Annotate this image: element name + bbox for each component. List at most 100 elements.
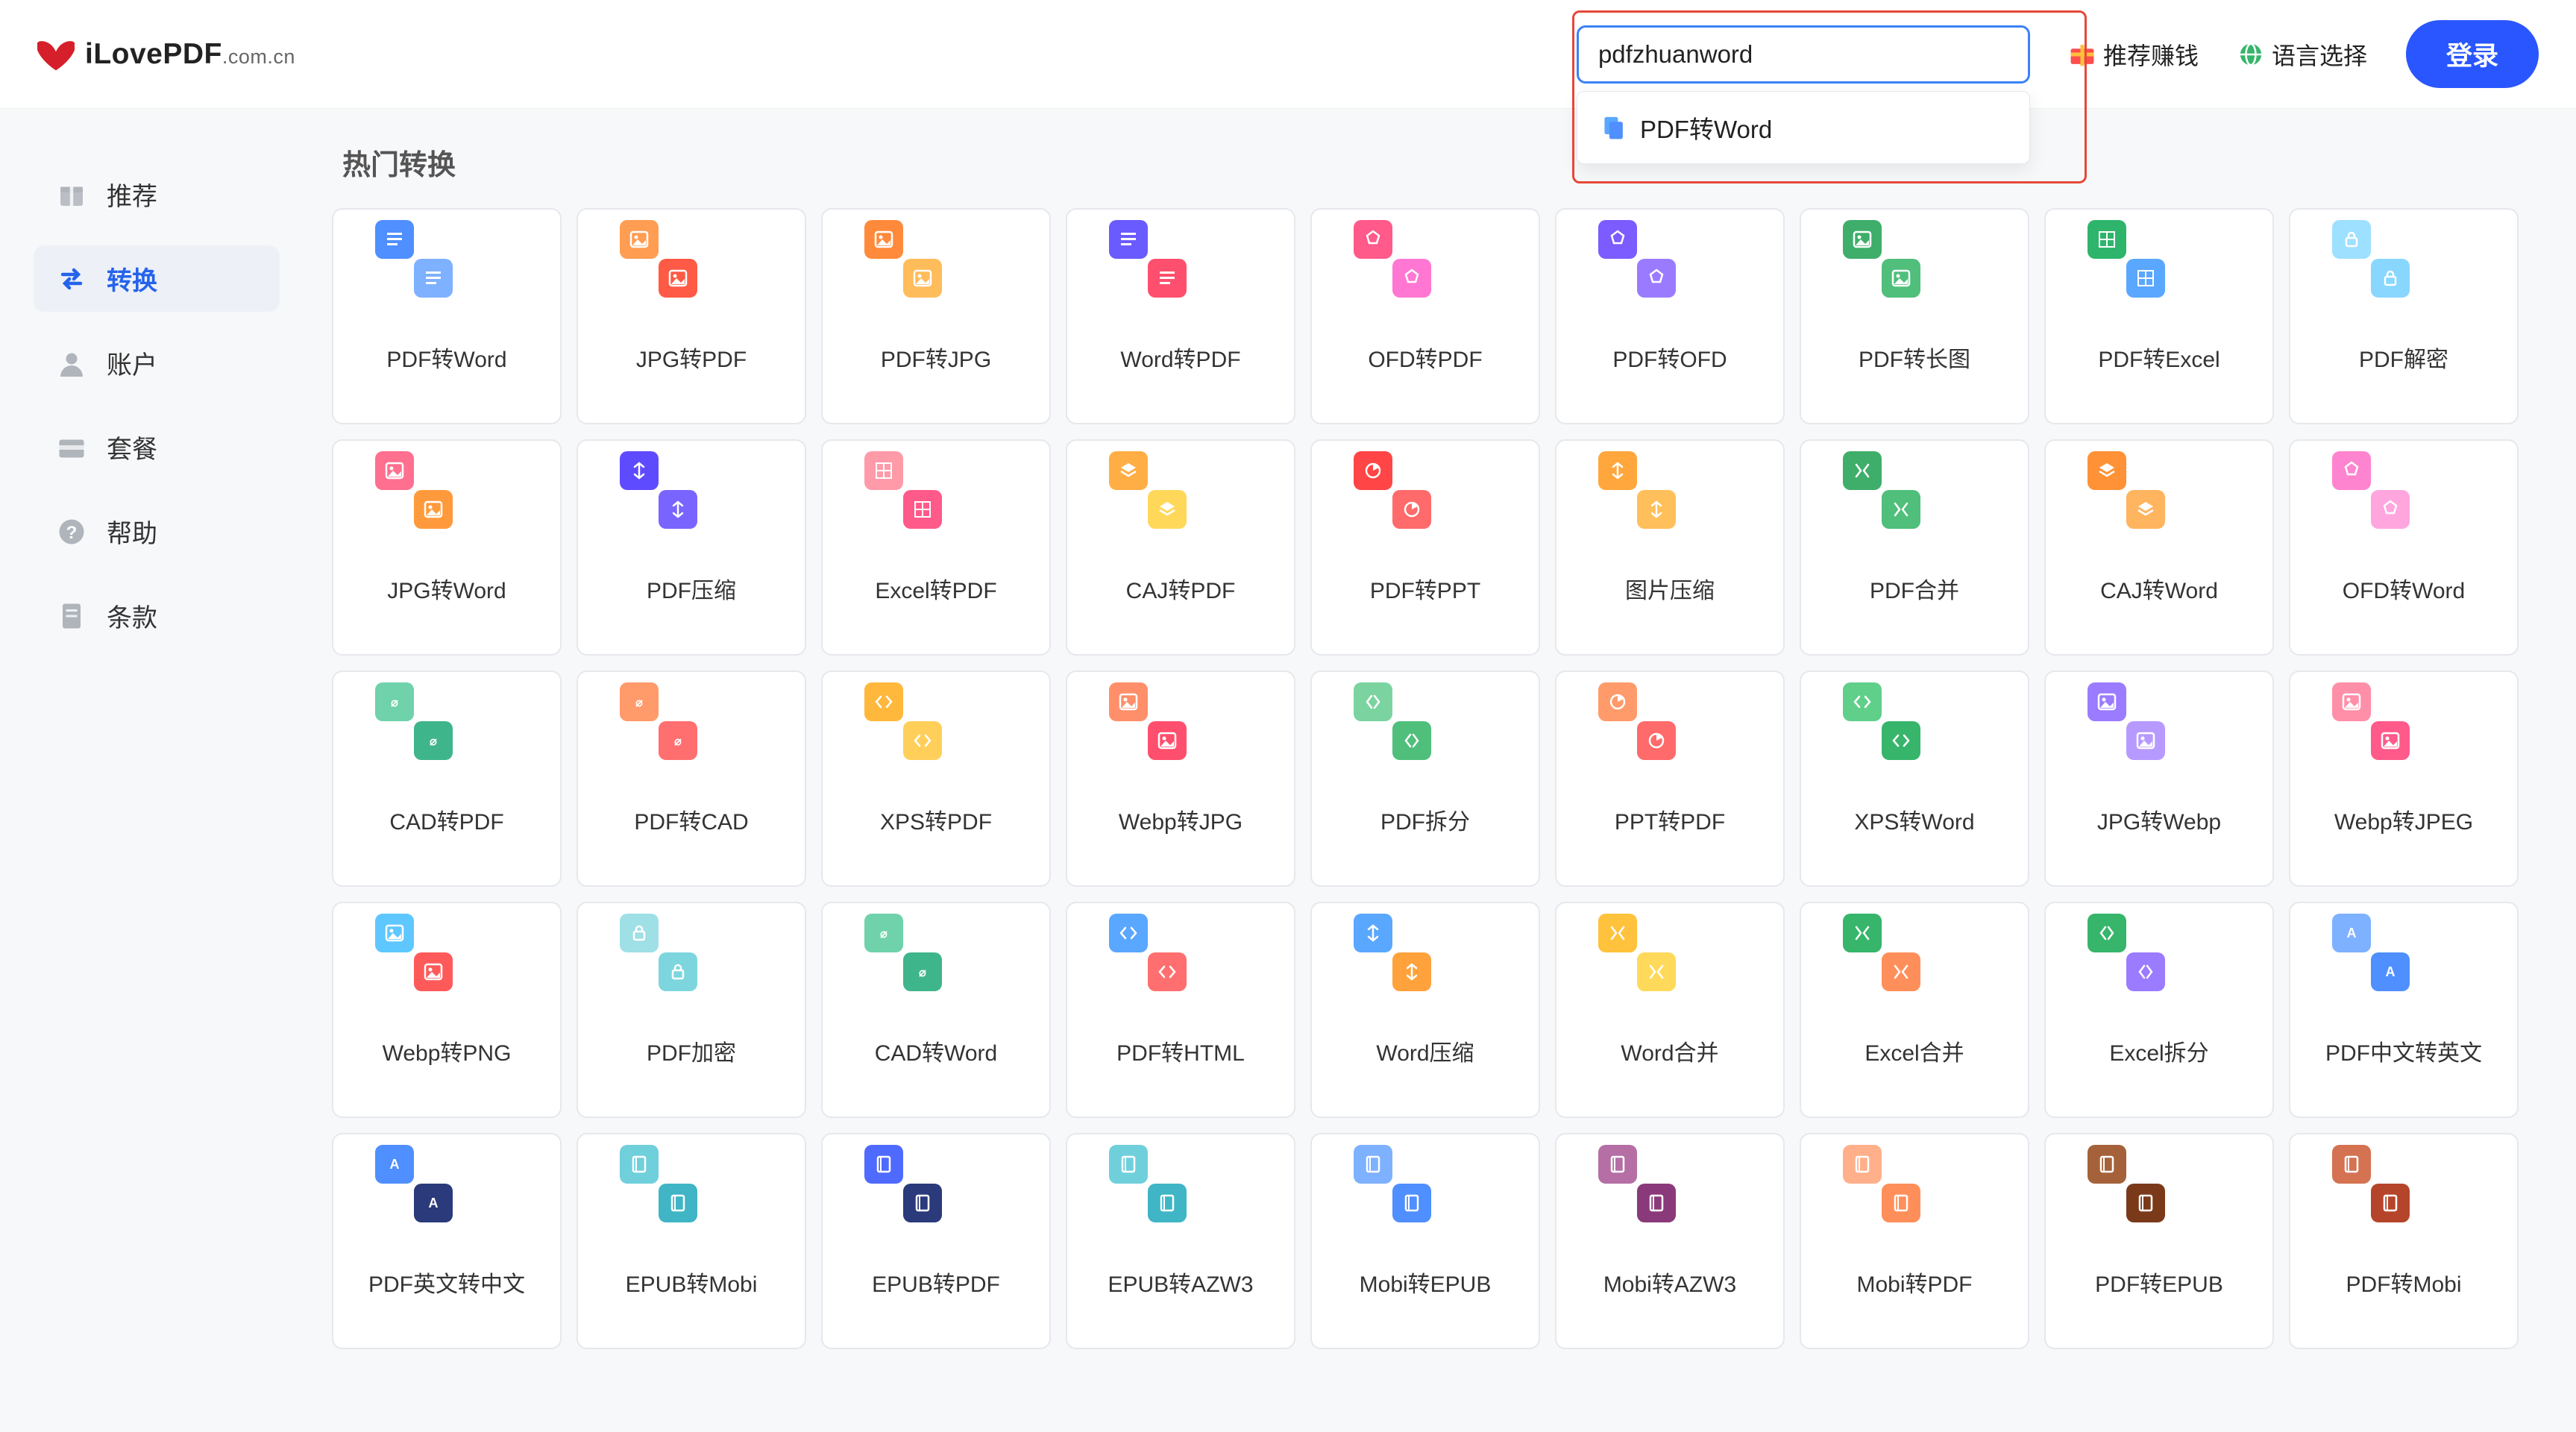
- tool-label: XPS转Word: [1854, 803, 1974, 836]
- tool-icon: [1882, 1184, 1947, 1242]
- tool-label: CAJ转PDF: [1126, 572, 1236, 605]
- tool-label: PDF压缩: [647, 572, 736, 605]
- tool-label: PDF加密: [647, 1034, 736, 1067]
- tool-card[interactable]: CAD转Word: [821, 902, 1051, 1118]
- tool-icon: [659, 721, 724, 779]
- tool-label: CAD转PDF: [389, 803, 503, 836]
- tool-card[interactable]: Word压缩: [1310, 902, 1540, 1118]
- main: 热门转换 PDF转Word JPG转PDF PDF转JPG: [332, 109, 2576, 1432]
- tool-card[interactable]: PDF转OFD: [1555, 208, 1785, 424]
- tool-card[interactable]: EPUB转PDF: [821, 1133, 1051, 1349]
- tool-icon: [2371, 952, 2437, 1011]
- tool-card[interactable]: Mobi转AZW3: [1555, 1133, 1785, 1349]
- login-button[interactable]: 登录: [2406, 20, 2539, 88]
- tool-label: EPUB转AZW3: [1108, 1266, 1253, 1298]
- tool-label: PDF转PPT: [1370, 572, 1480, 605]
- sidebar-item-recommend[interactable]: 推荐: [34, 161, 280, 227]
- tool-card[interactable]: PDF转Mobi: [2289, 1133, 2519, 1349]
- tool-card[interactable]: OFD转PDF: [1310, 208, 1540, 424]
- tool-card[interactable]: PPT转PDF: [1555, 671, 1785, 887]
- tool-card[interactable]: EPUB转Mobi: [577, 1133, 806, 1349]
- tool-card[interactable]: JPG转PDF: [577, 208, 806, 424]
- tool-card[interactable]: PDF合并: [1800, 439, 2029, 656]
- tool-label: PDF转EPUB: [2095, 1266, 2223, 1298]
- sidebar-item-terms[interactable]: 条款: [34, 582, 280, 649]
- tool-card[interactable]: CAJ转Word: [2044, 439, 2274, 656]
- tool-card[interactable]: PDF转Excel: [2044, 208, 2274, 424]
- tool-card[interactable]: XPS转Word: [1800, 671, 2029, 887]
- tool-label: PDF中文转英文: [2325, 1034, 2482, 1067]
- referral-label: 推荐赚钱: [2103, 37, 2199, 72]
- tool-label: Word转PDF: [1120, 341, 1240, 374]
- tool-card[interactable]: PDF英文转中文: [332, 1133, 562, 1349]
- tool-icon: [659, 1184, 724, 1242]
- tool-card[interactable]: PDF转长图: [1800, 208, 2029, 424]
- tool-icon: [1637, 952, 1703, 1011]
- tool-card[interactable]: PDF转HTML: [1066, 902, 1295, 1118]
- tool-card[interactable]: PDF压缩: [577, 439, 806, 656]
- tool-card[interactable]: PDF转EPUB: [2044, 1133, 2274, 1349]
- search-input[interactable]: [1577, 25, 2030, 84]
- tool-label: PDF转HTML: [1116, 1034, 1245, 1067]
- sidebar-item-account[interactable]: 账户: [34, 330, 280, 396]
- tool-card[interactable]: JPG转Word: [332, 439, 562, 656]
- sidebar-item-plan[interactable]: 套餐: [34, 414, 280, 480]
- tool-icon: [414, 1184, 480, 1242]
- tool-label: JPG转Webp: [2097, 803, 2221, 836]
- dropdown-item[interactable]: PDF转Word: [1577, 98, 2029, 157]
- tool-card[interactable]: Webp转JPEG: [2289, 671, 2519, 887]
- tool-label: Webp转PNG: [383, 1034, 512, 1067]
- tool-card[interactable]: PDF转Word: [332, 208, 562, 424]
- tool-card[interactable]: OFD转Word: [2289, 439, 2519, 656]
- tool-card[interactable]: Mobi转EPUB: [1310, 1133, 1540, 1349]
- tool-label: PDF转长图: [1859, 341, 1970, 374]
- sidebar-item-label: 套餐: [107, 429, 157, 465]
- tool-card[interactable]: Word转PDF: [1066, 208, 1295, 424]
- tool-icon: [659, 952, 724, 1011]
- sidebar-item-convert[interactable]: 转换: [34, 245, 280, 312]
- tool-label: PPT转PDF: [1615, 803, 1725, 836]
- tool-card[interactable]: PDF中文转英文: [2289, 902, 2519, 1118]
- tool-icon: [903, 1184, 969, 1242]
- tool-card[interactable]: PDF转PPT: [1310, 439, 1540, 656]
- tool-label: JPG转PDF: [636, 341, 747, 374]
- tool-card[interactable]: Webp转PNG: [332, 902, 562, 1118]
- tool-card[interactable]: CAD转PDF: [332, 671, 562, 887]
- tool-card[interactable]: Excel合并: [1800, 902, 2029, 1118]
- tool-label: CAJ转Word: [2100, 572, 2218, 605]
- search-wrap: PDF转Word: [1577, 25, 2030, 84]
- tool-icon: [1637, 259, 1703, 317]
- tool-label: EPUB转PDF: [872, 1266, 1000, 1298]
- sidebar-item-label: 条款: [107, 597, 157, 634]
- tool-icon: [1882, 952, 1947, 1011]
- gift-icon: [56, 179, 87, 210]
- doc-icon: [56, 600, 87, 632]
- tool-icon: [1637, 721, 1703, 779]
- tool-label: JPG转Word: [387, 572, 506, 605]
- tool-icon: [1637, 1184, 1703, 1242]
- tool-card[interactable]: Webp转JPG: [1066, 671, 1295, 887]
- sidebar-item-help[interactable]: 帮助: [34, 498, 280, 565]
- tool-card[interactable]: JPG转Webp: [2044, 671, 2274, 887]
- tool-card[interactable]: EPUB转AZW3: [1066, 1133, 1295, 1349]
- tool-card[interactable]: Word合并: [1555, 902, 1785, 1118]
- language-link[interactable]: 语言选择: [2237, 37, 2367, 72]
- tool-card[interactable]: CAJ转PDF: [1066, 439, 1295, 656]
- brand[interactable]: iLovePDF.com.cn: [37, 36, 295, 73]
- tool-card[interactable]: PDF转JPG: [821, 208, 1051, 424]
- tool-card[interactable]: 图片压缩: [1555, 439, 1785, 656]
- tool-card[interactable]: PDF拆分: [1310, 671, 1540, 887]
- tool-label: PDF解密: [2359, 341, 2448, 374]
- referral-link[interactable]: 推荐赚钱: [2069, 37, 2199, 72]
- tool-icon: [2126, 952, 2192, 1011]
- tool-card[interactable]: PDF解密: [2289, 208, 2519, 424]
- tool-card[interactable]: Mobi转PDF: [1800, 1133, 2029, 1349]
- tool-label: CAD转Word: [875, 1034, 997, 1067]
- tool-card[interactable]: Excel转PDF: [821, 439, 1051, 656]
- globe-icon: [2237, 41, 2264, 68]
- tool-card[interactable]: PDF加密: [577, 902, 806, 1118]
- tool-card[interactable]: XPS转PDF: [821, 671, 1051, 887]
- tool-icon: [1148, 1184, 1213, 1242]
- tool-card[interactable]: PDF转CAD: [577, 671, 806, 887]
- tool-card[interactable]: Excel拆分: [2044, 902, 2274, 1118]
